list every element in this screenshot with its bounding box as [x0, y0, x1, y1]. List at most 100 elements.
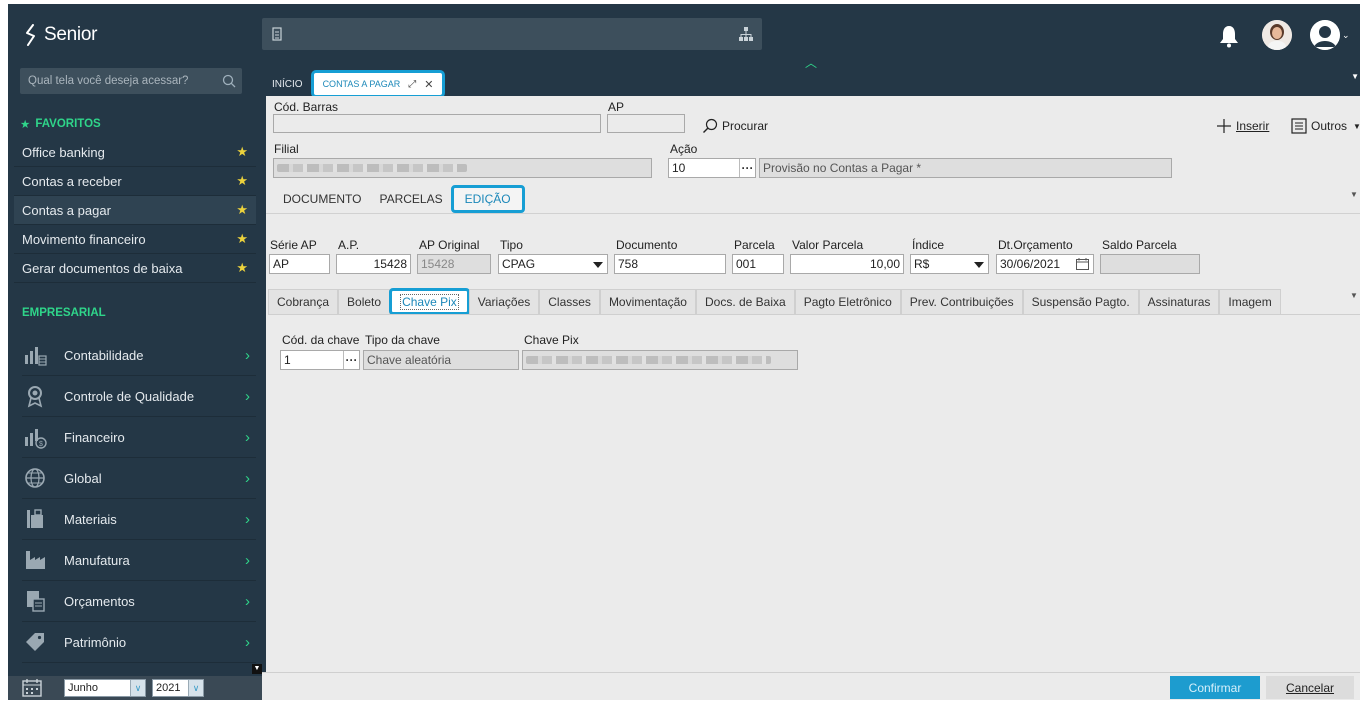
subtab-edicao[interactable]: EDIÇÃO	[450, 185, 525, 213]
serie-ap-input[interactable]: AP	[269, 254, 330, 274]
module-financeiro[interactable]: $ Financeiro ›	[22, 417, 256, 458]
favorite-label: Office banking	[22, 144, 105, 160]
parcela-label: Parcela	[734, 238, 775, 252]
tab-pagto-eletronico[interactable]: Pagto Eletrônico	[794, 289, 901, 314]
lookup-button[interactable]: ···	[739, 159, 755, 177]
star-icon[interactable]: ★	[236, 173, 248, 189]
acao-input[interactable]: 10 ···	[668, 158, 756, 178]
others-button[interactable]: Outros ▼	[1291, 118, 1360, 134]
tab-contas-a-pagar[interactable]: CONTAS A PAGAR ⤢ ✕	[310, 70, 446, 98]
subtab-documento[interactable]: DOCUMENTO	[274, 186, 370, 212]
caret-down-icon: ▼	[1353, 121, 1360, 131]
star-icon[interactable]: ★	[236, 144, 248, 160]
avatar[interactable]	[1262, 20, 1292, 50]
tab-imagem[interactable]: Imagem	[1219, 289, 1281, 314]
year-select[interactable]: 2021 ∨	[152, 679, 204, 697]
module-contabilidade[interactable]: Contabilidade ›	[22, 335, 256, 376]
tab-variacoes[interactable]: Variações	[468, 289, 540, 314]
saldo-parcela-label: Saldo Parcela	[1102, 238, 1177, 252]
module-label: Global	[64, 470, 102, 486]
tipo-value: CPAG	[502, 257, 536, 271]
favorite-label: Gerar documentos de baixa	[22, 260, 183, 276]
cod-chave-input[interactable]: 1 ···	[280, 350, 360, 370]
favorites-star-icon: ★	[20, 119, 31, 131]
star-icon[interactable]: ★	[236, 231, 248, 247]
search-button-label: Procurar	[722, 119, 769, 133]
favorite-item-contas-a-receber[interactable]: Contas a receber ★	[14, 167, 256, 196]
favorite-item-contas-a-pagar[interactable]: Contas a pagar ★	[14, 196, 256, 225]
tab-chave-pix[interactable]: Chave Pix	[389, 288, 470, 315]
indice-label: Índice	[912, 238, 945, 252]
dt-orcamento-input[interactable]: 30/06/2021	[996, 254, 1094, 274]
insert-button[interactable]: Inserir	[1216, 118, 1269, 134]
calendar-icon[interactable]	[22, 679, 42, 697]
tab-classes[interactable]: Classes	[539, 289, 600, 314]
valor-parcela-input[interactable]: 10,00	[790, 254, 904, 274]
ap-input[interactable]	[607, 114, 685, 133]
parcela-input[interactable]: 001	[732, 254, 784, 274]
subtab-parcelas[interactable]: PARCELAS	[370, 186, 451, 212]
user-menu[interactable]: ⌄	[1310, 20, 1350, 50]
cancel-button[interactable]: Cancelar	[1266, 676, 1354, 699]
redacted-value	[277, 164, 467, 172]
tab-inicio[interactable]: INÍCIO	[262, 79, 313, 96]
close-icon[interactable]: ✕	[424, 78, 433, 91]
collapse-up-icon[interactable]: ︿	[805, 54, 817, 71]
star-icon[interactable]: ★	[236, 202, 248, 218]
tab-cobranca[interactable]: Cobrança	[268, 289, 339, 314]
bell-icon[interactable]	[1218, 24, 1240, 48]
tab-assinaturas[interactable]: Assinaturas	[1138, 289, 1220, 314]
favorite-item-office-banking[interactable]: Office banking ★	[14, 138, 256, 167]
chave-pix-field	[522, 350, 798, 370]
confirm-button[interactable]: Confirmar	[1170, 676, 1260, 699]
caret-down-icon[interactable]: ▼	[1350, 190, 1358, 199]
module-controle-qualidade[interactable]: Controle de Qualidade ›	[22, 376, 256, 417]
search-icon	[703, 118, 718, 133]
caret-down-icon[interactable]: ▼	[1351, 72, 1359, 81]
global-search-bar[interactable]	[262, 18, 762, 50]
star-icon[interactable]: ★	[236, 260, 248, 276]
caret-down-icon[interactable]: ▼	[1350, 291, 1358, 300]
chevron-right-icon: ›	[245, 551, 250, 569]
tab-movimentacao[interactable]: Movimentação	[599, 289, 696, 314]
tab-docs-baixa[interactable]: Docs. de Baixa	[695, 289, 795, 314]
month-select[interactable]: Junho ∨	[64, 679, 146, 697]
favorite-item-movimento-financeiro[interactable]: Movimento financeiro ★	[14, 225, 256, 254]
module-label: Manufatura	[64, 552, 130, 568]
search-icon[interactable]	[222, 74, 236, 88]
favorite-label: Contas a pagar	[22, 202, 111, 218]
chevron-down-icon[interactable]: ∨	[188, 680, 203, 696]
senior-logo[interactable]: Senior	[24, 22, 97, 48]
user-profile-icon[interactable]	[1310, 20, 1340, 50]
svg-text:$: $	[39, 441, 43, 448]
calendar-icon[interactable]	[1076, 258, 1089, 270]
sitemap-icon[interactable]	[738, 26, 754, 42]
tab-prev-contribuicoes[interactable]: Prev. Contribuições	[900, 289, 1023, 314]
menu-search-input[interactable]	[20, 68, 242, 94]
sidebar-scroll-down[interactable]: ▼	[252, 664, 262, 674]
cod-chave-value: 1	[284, 353, 291, 367]
module-manufatura[interactable]: Manufatura ›	[22, 540, 256, 581]
tipo-select[interactable]: CPAG	[498, 254, 608, 274]
module-materiais[interactable]: Materiais ›	[22, 499, 256, 540]
ap-number-input[interactable]: 15428	[336, 254, 411, 274]
indice-select[interactable]: R$	[910, 254, 989, 274]
module-global[interactable]: Global ›	[22, 458, 256, 499]
search-button[interactable]: Procurar	[702, 118, 768, 134]
tab-boleto[interactable]: Boleto	[338, 289, 391, 314]
lookup-button[interactable]: ···	[343, 351, 359, 369]
filial-field	[273, 158, 652, 178]
cod-barras-input[interactable]	[273, 114, 601, 133]
chevron-down-icon[interactable]: ∨	[130, 680, 145, 696]
favorite-item-gerar-documentos[interactable]: Gerar documentos de baixa ★	[14, 254, 256, 283]
chevron-down-icon[interactable]: ⌄	[1342, 30, 1350, 41]
module-patrimonio[interactable]: Patrimônio ›	[22, 622, 256, 663]
redacted-value	[526, 356, 771, 364]
tab-suspensao-pagto[interactable]: Suspensão Pagto.	[1022, 289, 1139, 314]
app-window: Senior ★ FAVORITOS Office banking ★ Conta…	[8, 4, 1360, 700]
cod-barras-label: Cód. Barras	[274, 100, 339, 114]
module-orcamentos[interactable]: Orçamentos ›	[22, 581, 256, 622]
saldo-parcela-field	[1100, 254, 1200, 274]
documento-input[interactable]: 758	[614, 254, 726, 274]
expand-icon[interactable]: ⤢	[408, 79, 416, 90]
